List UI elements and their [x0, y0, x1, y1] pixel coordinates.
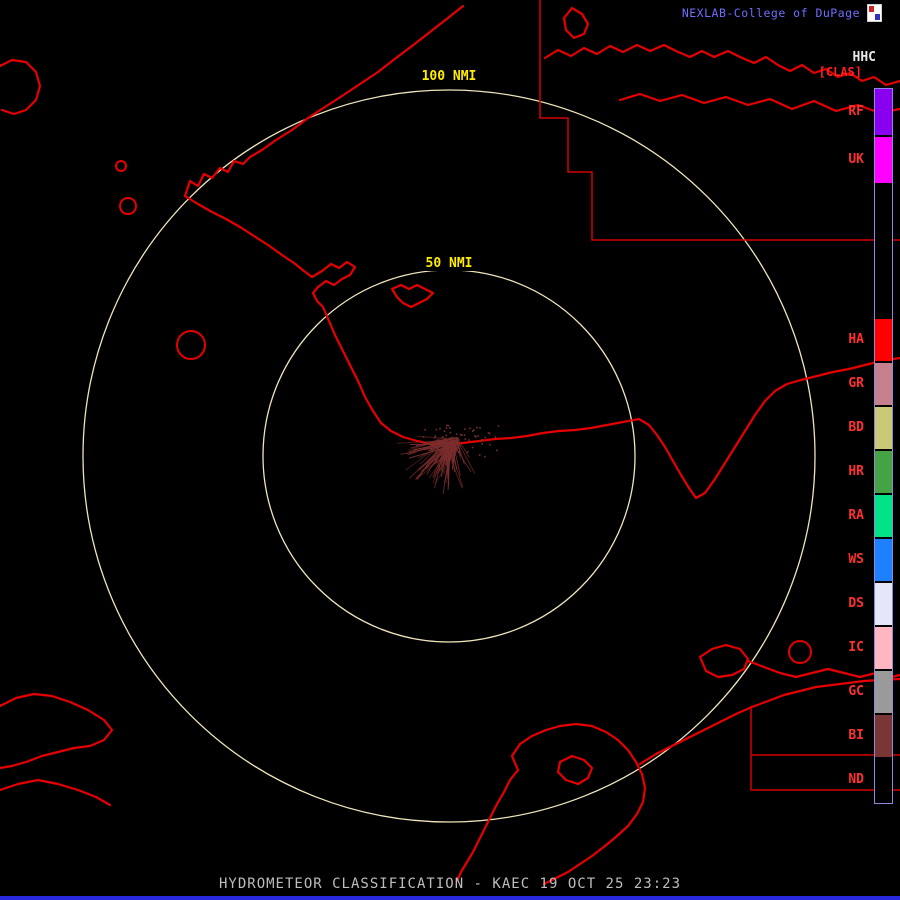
coastline-path: [0, 692, 114, 770]
product-code: HHC: [852, 50, 876, 65]
legend-swatch-nd: [875, 759, 892, 801]
legend-label-ds: DS: [848, 596, 864, 611]
ring-label-100-nmi: 100 NMI: [422, 69, 477, 84]
coastline-path: [390, 283, 435, 309]
coastline-path: [562, 6, 590, 40]
coastline-path: [0, 778, 112, 807]
legend-swatch-gr: [875, 363, 892, 405]
legend-label-gc: GC: [848, 684, 864, 699]
legend-label-gr: GR: [848, 376, 864, 391]
ring-label-50-nmi: 50 NMI: [426, 256, 473, 271]
map-lake-circle: [115, 160, 127, 172]
legend-label-ic: IC: [848, 640, 864, 655]
coastline-path: [556, 754, 594, 786]
coastline-path: [0, 58, 42, 116]
legend-label-bd: BD: [848, 420, 864, 435]
legend-label-nd: ND: [848, 772, 864, 787]
radar-display: 100 NMI 50 NMI NEXLAB-College of DuPage H…: [0, 0, 900, 900]
logo-blue-block: [875, 14, 880, 20]
legend-bar: [874, 88, 893, 804]
legend-swatch-gc: [875, 671, 892, 713]
legend-label-uk: UK: [848, 152, 864, 167]
legend-label-ws: WS: [848, 552, 864, 567]
coastline-path: [183, 194, 900, 500]
legend-swatch-gap: [875, 185, 892, 317]
map-lake-circle: [788, 640, 812, 664]
legend-label-hr: HR: [848, 464, 864, 479]
legend-swatch-ha: [875, 319, 892, 361]
legend-swatch-ra: [875, 495, 892, 537]
map-lake-circle: [119, 197, 137, 215]
legend-swatch-rf: [875, 89, 892, 135]
coastline-path: [455, 768, 520, 883]
legend-label-bi: BI: [848, 728, 864, 743]
legend-swatch-uk: [875, 137, 892, 183]
legend-swatch-ic: [875, 627, 892, 669]
legend-label-rf: RF: [848, 104, 864, 119]
legend-swatch-ds: [875, 583, 892, 625]
cod-logo-icon: [867, 4, 882, 22]
legend-swatch-bd: [875, 407, 892, 449]
status-bar-text: HYDROMETEOR CLASSIFICATION - KAEC 19 OCT…: [218, 876, 681, 892]
legend-label-ra: RA: [848, 508, 864, 523]
coastline-path: [510, 722, 647, 886]
legend-swatch-hr: [875, 451, 892, 493]
legend-label-ha: HA: [848, 332, 864, 347]
product-mode: [CLAS]: [818, 65, 862, 79]
bottom-strip: [0, 896, 900, 900]
brand-text: NEXLAB-College of DuPage: [681, 6, 860, 20]
radar-canvas: 100 NMI 50 NMI: [0, 0, 900, 886]
radar-echo: [397, 424, 500, 494]
logo-red-block: [869, 6, 874, 12]
legend-swatch-bi: [875, 715, 892, 757]
coastline-path: [183, 4, 465, 198]
legend-swatch-ws: [875, 539, 892, 581]
zone-boundary-group: [539, 0, 900, 791]
map-lake-circle: [176, 330, 206, 360]
coastline-path: [698, 643, 750, 679]
